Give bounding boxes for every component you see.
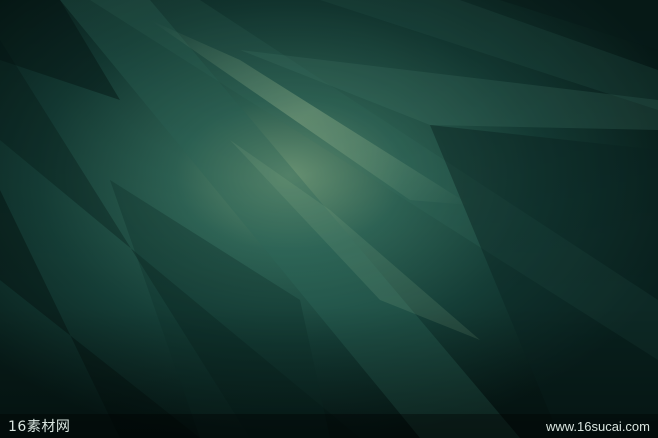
watermark-bar: 16素材网 www.16sucai.com [0,414,658,438]
watermark-url: www.16sucai.com [545,418,650,434]
abstract-wallpaper: 16素材网 www.16sucai.com [0,0,658,438]
abstract-background [0,0,658,438]
watermark-logo: 16素材网 [8,419,71,435]
vignette [0,0,658,438]
